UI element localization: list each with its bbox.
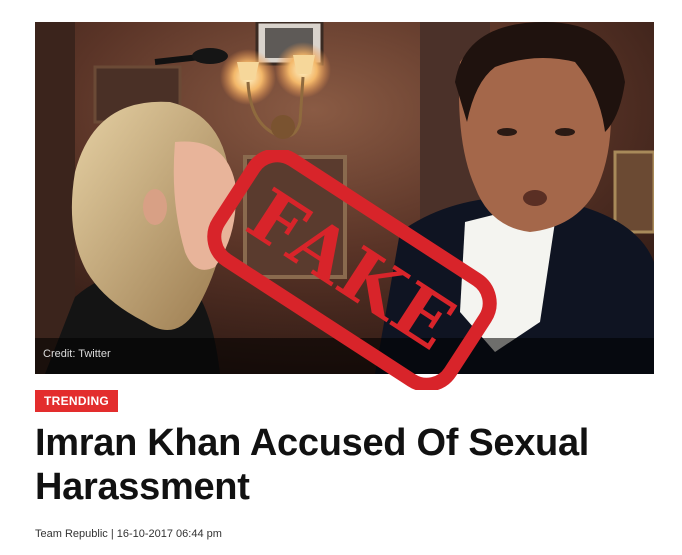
credit-bar: Credit: Twitter [35,338,654,374]
category-badge[interactable]: TRENDING [35,390,119,412]
article-byline: Team Republic | 16-10-2017 06:44 pm [35,528,222,540]
article-photo[interactable]: Credit: Twitter [35,22,654,374]
photo-credit: Credit: Twitter [43,348,111,360]
photo-scene [35,22,654,374]
article-headline[interactable]: Imran Khan Accused Of Sexual Harassment [35,421,655,509]
